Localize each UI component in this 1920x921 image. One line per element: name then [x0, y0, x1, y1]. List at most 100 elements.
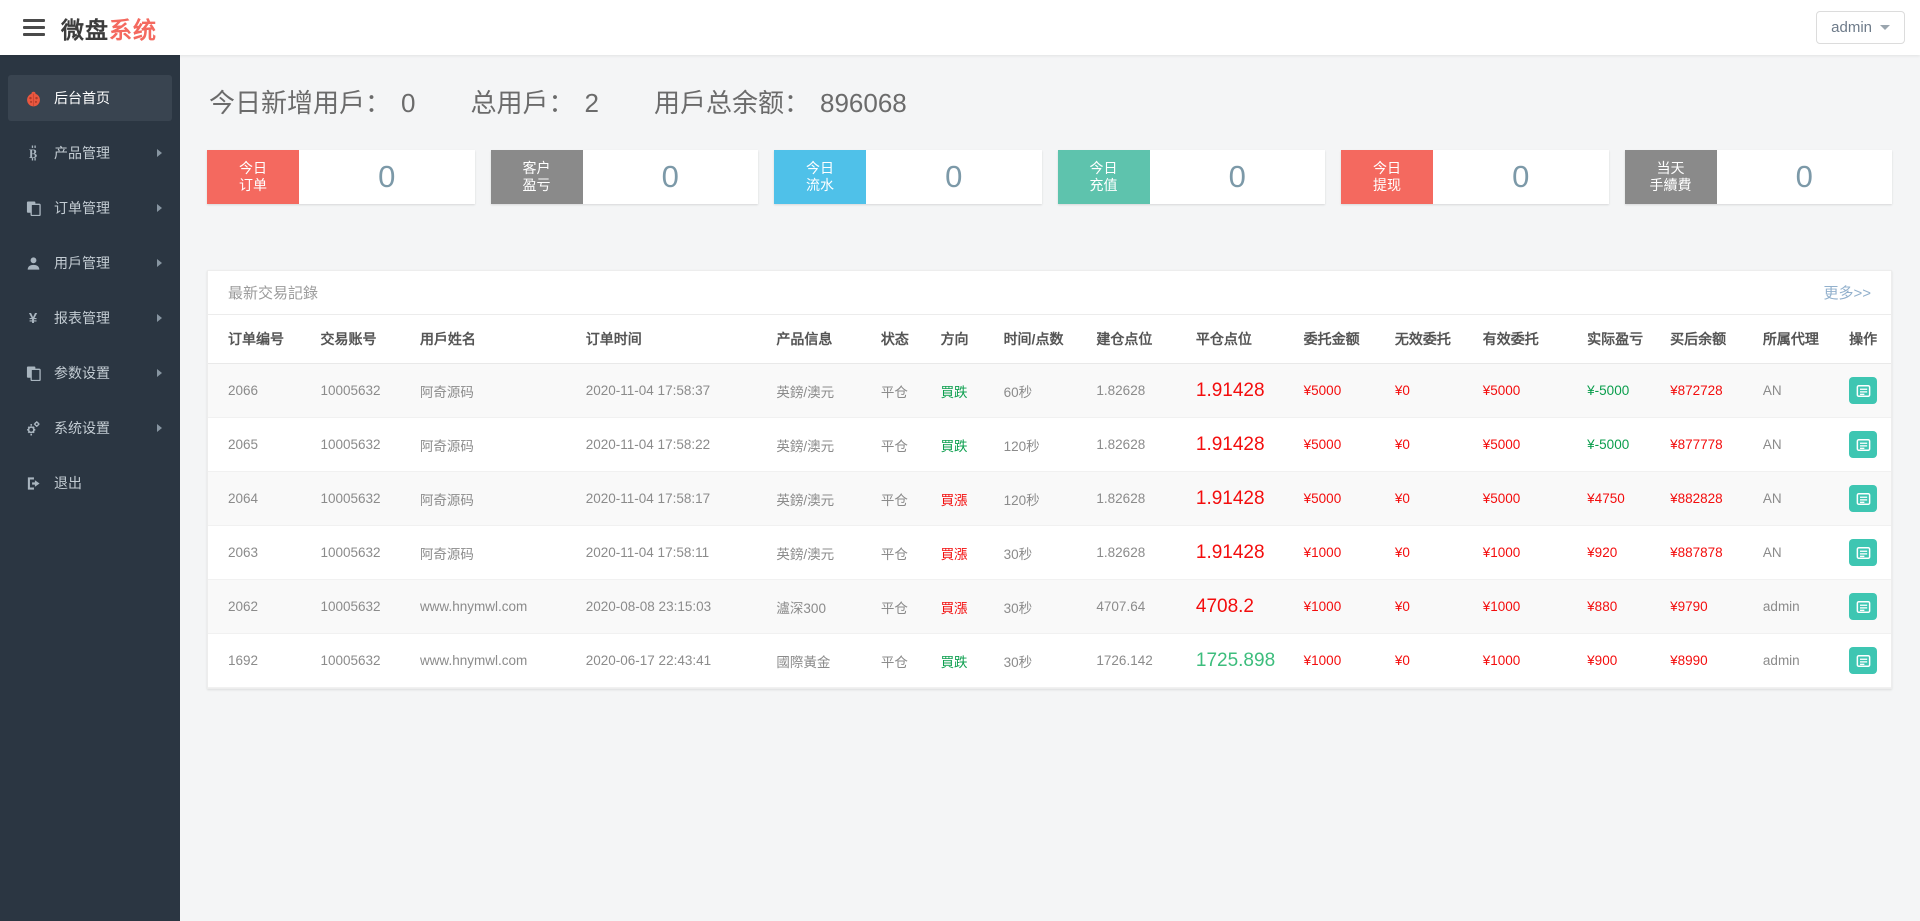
chevron-right-icon [157, 259, 162, 267]
table-cell: 阿奇源码 [411, 471, 578, 526]
summary-stat-label: 总用戶： [470, 88, 575, 118]
sidebar-item-system-settings[interactable]: 系统设置 [8, 405, 172, 451]
table-cell: 平仓 [872, 363, 933, 418]
table-cell: 30秒 [995, 525, 1089, 580]
table-cell: AN [1754, 471, 1842, 526]
table-cell: ¥5000 [1474, 417, 1580, 472]
table-cell: 2065 [208, 417, 313, 472]
list-icon [1856, 654, 1871, 668]
row-action-button[interactable] [1849, 647, 1878, 674]
table-cell: 阿奇源码 [411, 363, 578, 418]
table-cell: 平仓 [872, 417, 933, 472]
sidebar-item-parameter-settings[interactable]: 参数设置 [8, 350, 172, 396]
table-header-row: 订单编号 交易账号 用戶姓名 订单时间 产品信息 状态 方向 时间/点数 建仓点位 平仓点位 委托金… [208, 315, 1891, 364]
table-cell: 10005632 [312, 525, 412, 580]
summary-stat-value: 0 [401, 88, 416, 118]
sidebar-item-user-management[interactable]: 用戶管理 [8, 240, 172, 286]
list-icon [1856, 492, 1871, 506]
column-header: 订单编号 [208, 315, 313, 364]
table-cell: 瀘深300 [768, 579, 873, 634]
table-cell: 國際黃金 [768, 633, 873, 688]
stat-card-value: 0 [1228, 159, 1246, 194]
table-cell: ¥-5000 [1579, 417, 1663, 472]
table-cell: ¥920 [1579, 525, 1663, 580]
chevron-right-icon [157, 149, 162, 157]
table-cell: ¥1000 [1474, 579, 1580, 634]
stat-card-label: 客户 盈亏 [490, 150, 583, 204]
sidebar-item-dashboard-home[interactable]: 后台首页 [8, 75, 172, 121]
more-link[interactable]: 更多>> [1823, 282, 1871, 303]
app-logo-primary: 微盘 [61, 16, 109, 43]
table-cell: 30秒 [995, 579, 1089, 634]
column-header: 有效委托 [1474, 315, 1580, 364]
sidebar-item-product-management[interactable]: B 产品管理 [8, 130, 172, 176]
row-action-button[interactable] [1849, 593, 1878, 620]
column-header: 实际盈亏 [1579, 315, 1663, 364]
table-cell: 2020-11-04 17:58:17 [577, 471, 769, 526]
table-cell: 阿奇源码 [411, 417, 578, 472]
sidebar-item-order-management[interactable]: 订单管理 [8, 185, 172, 231]
sidebar-item-logout[interactable]: 退出 [8, 460, 172, 506]
table-cell: ¥5000 [1474, 363, 1580, 418]
summary-stat-label: 今日新增用戶： [209, 88, 392, 118]
table-cell: 2020-11-04 17:58:37 [577, 363, 769, 418]
column-header: 平仓点位 [1187, 315, 1296, 364]
table-cell: 2062 [208, 579, 313, 634]
table-cell: ¥0 [1386, 633, 1475, 688]
table-cell: www.hnymwl.com [411, 579, 578, 634]
stat-card: 当天 手續費 0 [1624, 150, 1892, 204]
table-cell: ¥1000 [1474, 633, 1580, 688]
table-cell: www.hnymwl.com [411, 633, 578, 688]
column-header: 方向 [932, 315, 996, 364]
column-header: 无效委托 [1386, 315, 1475, 364]
table-cell: 平仓 [872, 579, 933, 634]
list-icon [1856, 600, 1871, 614]
table-cell: 1.82628 [1088, 525, 1188, 580]
table-cell: ¥887878 [1662, 525, 1755, 580]
table-cell: 買跌 [932, 633, 996, 688]
table-cell: 1.82628 [1088, 417, 1188, 472]
table-cell: ¥5000 [1474, 471, 1580, 526]
table-cell: 1.91428 [1187, 471, 1296, 526]
panel-title: 最新交易記錄 [228, 285, 319, 302]
table-cell: 60秒 [995, 363, 1089, 418]
table-cell: 買跌 [932, 363, 996, 418]
table-cell: ¥1000 [1295, 633, 1387, 688]
row-action-button[interactable] [1849, 431, 1878, 458]
user-dropdown-label: admin [1831, 19, 1872, 36]
column-header: 建仓点位 [1088, 315, 1188, 364]
table-cell: ¥5000 [1295, 363, 1387, 418]
user-dropdown-button[interactable]: admin [1816, 11, 1905, 44]
table-cell: 4707.64 [1088, 579, 1188, 634]
row-action-button[interactable] [1849, 377, 1878, 404]
column-header: 订单时间 [577, 315, 769, 364]
row-action-button[interactable] [1849, 539, 1878, 566]
table-cell-action [1841, 363, 1891, 418]
table-cell: 1.91428 [1187, 417, 1296, 472]
row-action-button[interactable] [1849, 485, 1878, 512]
table-row: 2065 10005632 阿奇源码 2020-11-04 17:58:22 英鎊/澳元… [208, 417, 1891, 472]
latest-trades-panel: 最新交易記錄 更多>> 订单编号 交易账号 用戶姓名 订单时间 产品信息 状态 方向 时间/点… [207, 270, 1892, 689]
sidebar-item-report-management[interactable]: ¥ 报表管理 [8, 295, 172, 341]
stat-card-label: 当天 手續費 [1624, 150, 1717, 204]
column-header: 买后余额 [1662, 315, 1755, 364]
stat-cards: 今日 订单 0 客户 盈亏 0 今日 流水 0 今日 充值 0 今日 提现 0 … [207, 150, 1892, 204]
list-icon [1856, 438, 1871, 452]
summary-stat-label: 用戶总余额： [653, 88, 810, 118]
table-cell: 1725.898 [1187, 633, 1296, 688]
table-cell: ¥0 [1386, 579, 1475, 634]
table-cell: admin [1754, 633, 1842, 688]
table-cell: 30秒 [995, 633, 1089, 688]
summary-stats: 今日新增用戶： 0 总用戶： 2 用戶总余额： 896068 [207, 83, 1892, 120]
table-row: 2062 10005632 www.hnymwl.com 2020-08-08 23:… [208, 579, 1891, 634]
svg-text:B: B [29, 147, 37, 161]
table-cell: 平仓 [872, 633, 933, 688]
table-cell: 平仓 [872, 525, 933, 580]
stat-card-value: 0 [1795, 159, 1813, 194]
hamburger-icon[interactable] [23, 15, 49, 40]
table-cell: 2066 [208, 363, 313, 418]
app-logo[interactable]: 微盘系统 [61, 11, 157, 45]
stat-card-label: 今日 提现 [1341, 150, 1433, 204]
table-cell: 10005632 [312, 579, 412, 634]
table-cell: AN [1754, 417, 1842, 472]
